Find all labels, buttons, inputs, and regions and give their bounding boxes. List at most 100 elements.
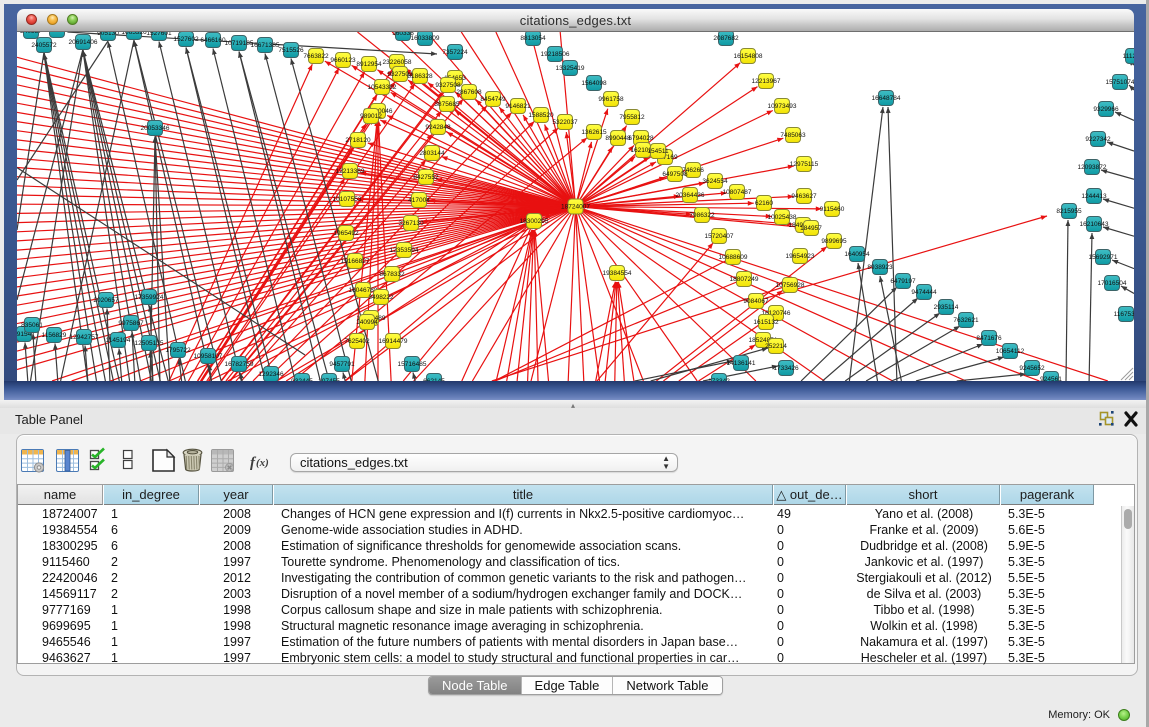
svg-text:1156829: 1156829 [42,332,67,339]
svg-text:7632621: 7632621 [953,317,979,324]
svg-text:16914479: 16914479 [379,338,408,345]
svg-text:2020657: 2020657 [93,297,119,304]
svg-text:9242848: 9242848 [425,124,451,131]
svg-text:1145194: 1145194 [106,337,131,344]
svg-text:12353594: 12353594 [390,247,419,254]
svg-text:2087682: 2087682 [713,35,739,42]
svg-text:19654923: 19654923 [786,253,815,260]
svg-text:15692971: 15692971 [1089,254,1118,261]
svg-text:6479197: 6479197 [890,278,916,285]
svg-text:140994: 140994 [356,319,378,326]
svg-text:7663822: 7663822 [303,53,329,60]
svg-text:16671385: 16671385 [251,42,280,49]
svg-text:905130: 905130 [97,30,119,37]
svg-text:6466160: 6466160 [200,37,226,44]
svg-text:3875685: 3875685 [434,101,460,108]
svg-text:107455: 107455 [318,378,340,385]
svg-text:10719185: 10719185 [225,40,254,47]
svg-text:16648784: 16648784 [872,95,901,102]
svg-text:7515526: 7515526 [278,47,304,54]
svg-text:8990448: 8990448 [605,135,631,142]
svg-text:9899695: 9899695 [821,238,847,245]
svg-text:9084067: 9084067 [743,298,769,305]
svg-text:2803144: 2803144 [419,150,445,157]
svg-text:662145: 662145 [423,378,445,385]
svg-text:1564098: 1564098 [581,80,607,87]
svg-text:8912954: 8912954 [356,61,382,68]
svg-text:20691406: 20691406 [69,39,98,46]
svg-text:1527602: 1527602 [173,36,199,43]
svg-text:10107553: 10107553 [333,196,362,203]
svg-text:8427552: 8427552 [413,174,439,181]
svg-text:15751074: 15751074 [1106,79,1135,86]
svg-text:1292346: 1292346 [258,371,284,378]
svg-text:2935114: 2935114 [934,304,959,311]
svg-text:1167533: 1167533 [1114,311,1139,318]
svg-text:3267130: 3267130 [398,220,424,227]
svg-text:1588520: 1588520 [528,112,554,119]
svg-text:8454749: 8454749 [480,96,506,103]
svg-text:10973493: 10973493 [768,103,797,110]
svg-text:15720407: 15720407 [705,233,734,240]
svg-text:111213: 111213 [1123,53,1144,60]
svg-text:23226058: 23226058 [383,59,412,66]
svg-text:10025438: 10025438 [768,214,797,221]
svg-text:1244413: 1244413 [1081,193,1107,200]
svg-text:13325419: 13325419 [556,65,585,72]
svg-text:10807487: 10807487 [723,189,752,196]
svg-text:10756928: 10756928 [776,282,805,289]
svg-text:8938923: 8938923 [867,264,893,271]
svg-text:417004: 417004 [408,197,430,204]
svg-text:9327508: 9327508 [435,82,461,89]
svg-text:184957: 184957 [800,225,822,232]
svg-text:62160: 62160 [755,200,773,207]
svg-text:19218506: 19218506 [541,51,570,58]
svg-text:16154808: 16154808 [734,53,763,60]
svg-text:9115460: 9115460 [820,206,845,213]
svg-text:12213967: 12213967 [752,78,781,85]
svg-text:9146821: 9146821 [505,103,531,110]
svg-text:15716485: 15716485 [398,361,427,368]
svg-text:12975115: 12975115 [790,161,819,168]
svg-text:16782759: 16782759 [225,361,254,368]
svg-text:835061: 835061 [21,322,43,329]
svg-text:10654112: 10654112 [996,348,1025,355]
svg-text:3498222: 3498222 [368,294,394,301]
svg-text:1795722: 1795722 [165,347,191,354]
svg-text:81905: 81905 [48,27,66,34]
svg-text:3624554: 3624554 [702,178,728,185]
svg-text:240557: 240557 [20,28,42,35]
svg-text:17016504: 17016504 [1098,280,1127,287]
svg-text:9245652: 9245652 [1019,365,1045,372]
svg-text:1733426: 1733426 [773,365,799,372]
svg-text:1527601: 1527601 [146,30,172,37]
svg-text:9227342: 9227342 [1085,136,1111,143]
svg-text:173342: 173342 [708,378,730,385]
svg-text:9463627: 9463627 [791,193,817,200]
svg-text:7357224: 7357224 [442,49,468,56]
svg-text:8471676: 8471676 [976,335,1002,342]
svg-text:10958107: 10958107 [194,353,223,360]
svg-text:1615132: 1615132 [753,319,779,326]
svg-text:14136141: 14136141 [727,360,756,367]
svg-text:12505135: 12505135 [135,340,164,347]
svg-text:9660123: 9660123 [330,57,356,64]
svg-text:8215955: 8215955 [1056,208,1082,215]
svg-text:18724007: 18724007 [561,204,590,211]
svg-text:989012: 989012 [360,113,382,120]
svg-text:1640954: 1640954 [844,251,870,258]
svg-text:6794028: 6794028 [628,135,654,142]
svg-text:10688609: 10688609 [719,254,748,261]
svg-text:252214: 252214 [765,343,787,350]
svg-text:16210643: 16210643 [1080,221,1109,228]
svg-text:9457791: 9457791 [329,361,355,368]
svg-text:7485063: 7485063 [780,132,806,139]
svg-text:9975867: 9975867 [118,320,144,327]
svg-text:6497508: 6497508 [662,171,688,178]
svg-text:9474444: 9474444 [911,289,937,296]
svg-text:20364436: 20364436 [676,192,705,199]
svg-text:9961758: 9961758 [598,96,624,103]
svg-text:19166827: 19166827 [341,258,370,265]
svg-text:1362615: 1362615 [581,129,607,136]
svg-text:7986322: 7986322 [689,212,715,219]
